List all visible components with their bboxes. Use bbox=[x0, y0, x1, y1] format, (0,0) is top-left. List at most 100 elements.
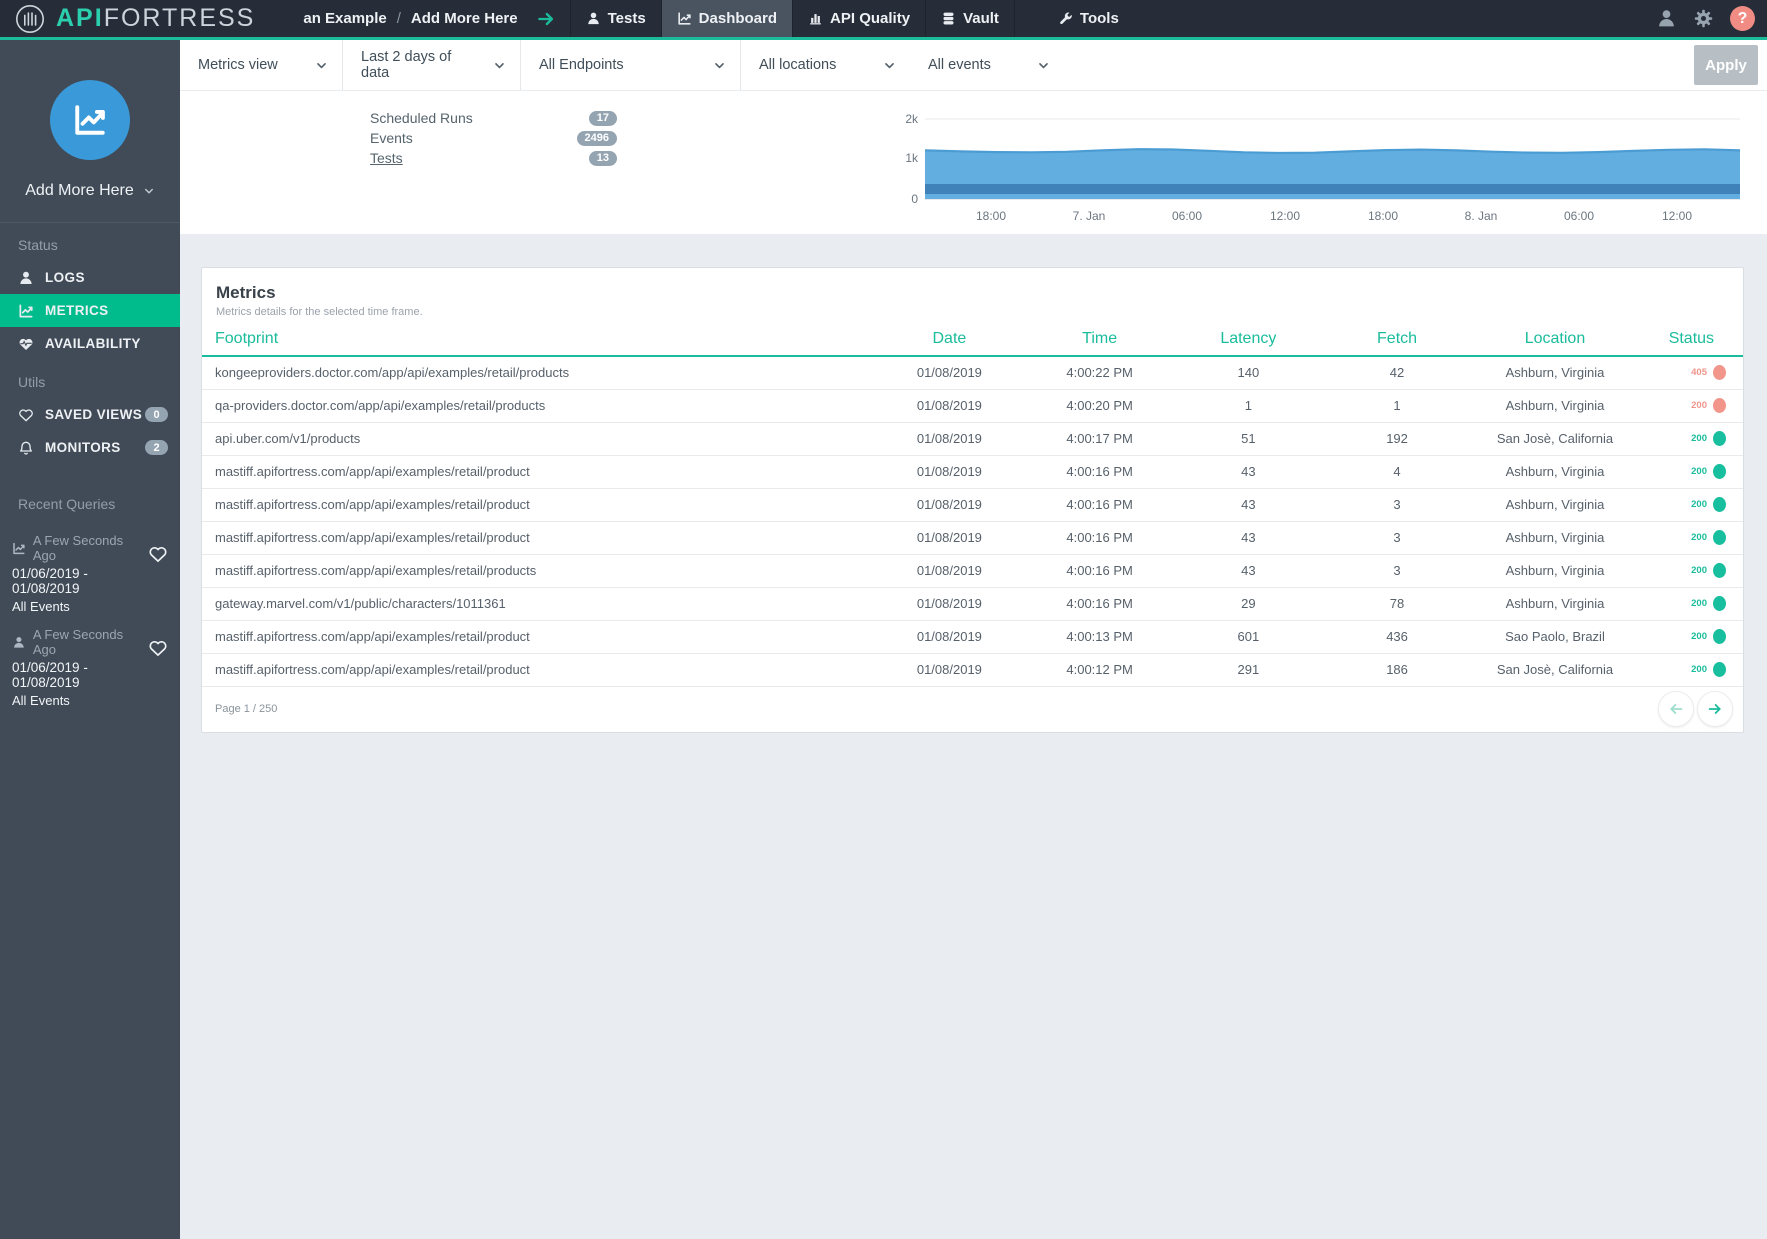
sidebar-item-label: AVAILABILITY bbox=[45, 336, 141, 351]
table-row[interactable]: mastiff.apifortress.com/app/api/examples… bbox=[202, 554, 1743, 587]
table-row[interactable]: mastiff.apifortress.com/app/api/examples… bbox=[202, 488, 1743, 521]
recent-query-item[interactable]: A Few Seconds Ago01/06/2019 - 01/08/2019… bbox=[0, 614, 180, 708]
recent-query-time: A Few Seconds Ago bbox=[12, 533, 140, 563]
svg-text:1k: 1k bbox=[905, 151, 919, 165]
cell-time: 4:00:16 PM bbox=[1026, 587, 1172, 620]
cell-status: 200 bbox=[1640, 587, 1743, 620]
cell-time: 4:00:16 PM bbox=[1026, 521, 1172, 554]
brand-logo[interactable]: APIFORTRESS bbox=[0, 3, 255, 35]
cell-status: 200 bbox=[1640, 620, 1743, 653]
status-dot-icon bbox=[1713, 431, 1726, 446]
stat-count-badge: 13 bbox=[589, 151, 617, 166]
sidebar-item-badge: 0 bbox=[145, 407, 168, 422]
cell-date: 01/08/2019 bbox=[872, 488, 1026, 521]
metrics-panel-header: Metrics Metrics details for the selected… bbox=[202, 268, 1743, 322]
project-selector[interactable]: Add More Here bbox=[25, 182, 155, 200]
column-header-time[interactable]: Time bbox=[1026, 322, 1172, 356]
cell-latency: 43 bbox=[1173, 554, 1324, 587]
sidebar-item-label: LOGS bbox=[45, 270, 85, 285]
sidebar-item-logs[interactable]: LOGS bbox=[0, 261, 180, 294]
cell-footprint: mastiff.apifortress.com/app/api/examples… bbox=[202, 488, 872, 521]
sidebar-item-saved-views[interactable]: SAVED VIEWS0 bbox=[0, 398, 180, 431]
favorite-heart-icon[interactable] bbox=[148, 638, 168, 658]
column-header-footprint[interactable]: Footprint bbox=[202, 322, 872, 356]
recent-queries-label: Recent Queries bbox=[0, 482, 180, 520]
sidebar-nav: StatusLOGSMETRICSAVAILABILITYUtilsSAVED … bbox=[0, 223, 180, 464]
status-badge: 200 bbox=[1641, 563, 1742, 578]
cell-fetch: 186 bbox=[1324, 653, 1470, 686]
status-badge: 200 bbox=[1641, 629, 1742, 644]
brand-wordmark: APIFORTRESS bbox=[56, 4, 255, 33]
status-code: 200 bbox=[1691, 433, 1707, 444]
sidebar-item-availability[interactable]: AVAILABILITY bbox=[0, 327, 180, 360]
cell-latency: 51 bbox=[1173, 422, 1324, 455]
page-indicator: Page 1 / 250 bbox=[215, 703, 277, 715]
filter-select-all-events[interactable]: All events bbox=[910, 40, 1064, 90]
wrench-icon bbox=[1058, 11, 1073, 26]
cell-location: San Josè, California bbox=[1470, 422, 1640, 455]
prev-page-button[interactable] bbox=[1658, 691, 1694, 727]
recent-query-ago-label: A Few Seconds Ago bbox=[33, 533, 140, 563]
filter-select-metrics-view[interactable]: Metrics view bbox=[180, 40, 343, 90]
favorite-heart-icon[interactable] bbox=[148, 544, 168, 564]
help-icon[interactable]: ? bbox=[1730, 6, 1755, 31]
table-row[interactable]: mastiff.apifortress.com/app/api/examples… bbox=[202, 653, 1743, 686]
status-code: 200 bbox=[1691, 400, 1707, 411]
tab-tests[interactable]: Tests bbox=[571, 0, 662, 37]
heart-outline-icon bbox=[18, 407, 34, 423]
bar-chart-icon bbox=[808, 11, 823, 26]
cell-status: 200 bbox=[1640, 389, 1743, 422]
cell-date: 01/08/2019 bbox=[872, 356, 1026, 389]
svg-text:8. Jan: 8. Jan bbox=[1465, 209, 1498, 223]
sidebar-item-metrics[interactable]: METRICS bbox=[0, 294, 180, 327]
status-code: 200 bbox=[1691, 631, 1707, 642]
status-code: 200 bbox=[1691, 466, 1707, 477]
breadcrumb-project[interactable]: an Example bbox=[303, 10, 386, 27]
filter-select-all-locations[interactable]: All locations bbox=[741, 40, 910, 90]
settings-gear-icon[interactable] bbox=[1693, 8, 1714, 29]
sidebar: Add More Here Status LOGS METRICS AVAILABIL… bbox=[0, 40, 180, 1239]
recent-queries-list: A Few Seconds Ago01/06/2019 - 01/08/2019… bbox=[0, 520, 180, 712]
breadcrumb-page[interactable]: Add More Here bbox=[411, 10, 518, 27]
apply-button[interactable]: Apply bbox=[1694, 45, 1758, 85]
table-row[interactable]: mastiff.apifortress.com/app/api/examples… bbox=[202, 620, 1743, 653]
column-header-date[interactable]: Date bbox=[872, 322, 1026, 356]
filter-select-all-endpoints[interactable]: All Endpoints bbox=[521, 40, 741, 90]
sidebar-item-monitors[interactable]: MONITORS2 bbox=[0, 431, 180, 464]
table-row[interactable]: qa-providers.doctor.com/app/api/examples… bbox=[202, 389, 1743, 422]
cell-fetch: 42 bbox=[1324, 356, 1470, 389]
tab-dashboard[interactable]: Dashboard bbox=[662, 0, 793, 37]
column-header-latency[interactable]: Latency bbox=[1173, 322, 1324, 356]
table-row[interactable]: mastiff.apifortress.com/app/api/examples… bbox=[202, 521, 1743, 554]
stat-label[interactable]: Tests bbox=[370, 150, 403, 166]
column-header-fetch[interactable]: Fetch bbox=[1324, 322, 1470, 356]
section-label-status: Status bbox=[0, 223, 180, 261]
svg-text:12:00: 12:00 bbox=[1270, 209, 1300, 223]
table-row[interactable]: kongeeproviders.doctor.com/app/api/examp… bbox=[202, 356, 1743, 389]
sidebar-scroll-area: Add More Here Status LOGS METRICS AVAILABIL… bbox=[0, 40, 180, 712]
svg-text:06:00: 06:00 bbox=[1172, 209, 1202, 223]
table-row[interactable]: api.uber.com/v1/products01/08/20194:00:1… bbox=[202, 422, 1743, 455]
cell-latency: 140 bbox=[1173, 356, 1324, 389]
filter-select-last-2-days-of-data[interactable]: Last 2 days of data bbox=[343, 40, 521, 90]
tab-tools[interactable]: Tools bbox=[1043, 0, 1134, 37]
project-avatar-button[interactable] bbox=[50, 80, 130, 160]
cell-location: Ashburn, Virginia bbox=[1470, 389, 1640, 422]
recent-query-item[interactable]: 8 Minutes Ago01/06/2019 - 01/08/2019All … bbox=[0, 708, 180, 712]
next-page-button[interactable] bbox=[1697, 691, 1733, 727]
cell-fetch: 78 bbox=[1324, 587, 1470, 620]
table-row[interactable]: gateway.marvel.com/v1/public/characters/… bbox=[202, 587, 1743, 620]
status-badge: 200 bbox=[1641, 596, 1742, 611]
arrow-right-icon[interactable] bbox=[536, 9, 556, 29]
table-row[interactable]: mastiff.apifortress.com/app/api/examples… bbox=[202, 455, 1743, 488]
cell-location: Ashburn, Virginia bbox=[1470, 455, 1640, 488]
cell-status: 200 bbox=[1640, 521, 1743, 554]
cell-footprint: mastiff.apifortress.com/app/api/examples… bbox=[202, 653, 872, 686]
column-header-status[interactable]: Status bbox=[1640, 322, 1743, 356]
chevron-down-icon bbox=[143, 185, 155, 197]
tab-vault[interactable]: Vault bbox=[926, 0, 1015, 37]
recent-query-item[interactable]: A Few Seconds Ago01/06/2019 - 01/08/2019… bbox=[0, 520, 180, 614]
tab-api-quality[interactable]: API Quality bbox=[793, 0, 926, 37]
column-header-location[interactable]: Location bbox=[1470, 322, 1640, 356]
account-user-icon[interactable] bbox=[1656, 8, 1677, 29]
